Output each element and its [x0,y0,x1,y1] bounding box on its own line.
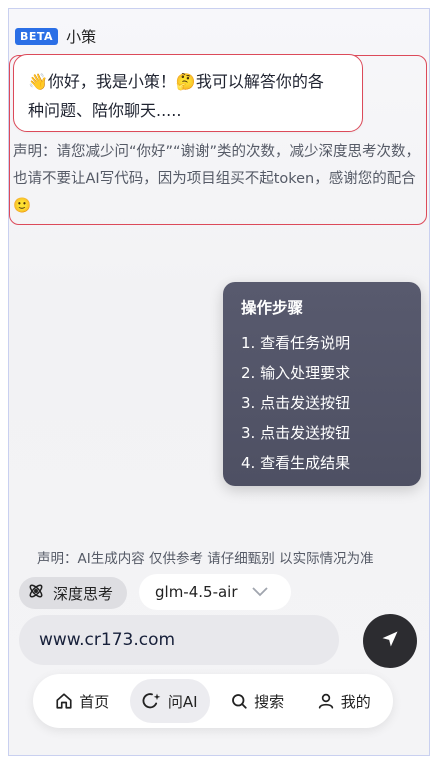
nav-label-profile: 我的 [340,692,371,711]
model-value: glm-4.5-air [155,583,238,601]
send-icon [380,629,400,653]
model-select[interactable]: glm-4.5-air [139,574,291,610]
app-title: 小策 [66,27,97,46]
ai-chat-icon [142,691,162,711]
nav-item-search[interactable]: 搜索 [218,679,296,723]
steps-popover: 操作步骤 1. 查看任务说明 2. 输入处理要求 3. 点击发送按钮 3. 点击… [223,282,421,486]
step-item: 2. 输入处理要求 [241,364,351,382]
nav-item-home[interactable]: 首页 [43,679,121,723]
nav-item-profile[interactable]: 我的 [305,679,383,723]
nav-item-ask-ai[interactable]: 问AI [129,679,210,723]
beta-badge: BETA [15,27,59,45]
ai-disclaimer: 声明：AI生成内容 仅供参考 请仔细甄别 以实际情况为准 [37,551,374,567]
home-icon [55,692,73,710]
steps-title: 操作步骤 [241,299,304,317]
nav-label-ask-ai: 问AI [167,692,198,711]
app-header: BETA 小策 [15,25,96,47]
steps-list: 1. 查看任务说明 2. 输入处理要求 3. 点击发送按钮 3. 点击发送按钮 … [241,328,403,478]
greeting-line-1: 👋你好，我是小策！🤔我可以解答你的各 [28,72,324,91]
search-icon [230,692,248,710]
atom-icon [27,582,45,604]
user-icon [317,692,335,710]
step-item: 1. 查看任务说明 [241,334,351,352]
nav-label-home: 首页 [79,692,110,711]
send-button[interactable] [363,614,417,668]
deep-think-label: 深度思考 [53,584,114,603]
step-item: 3. 点击发送按钮 [241,424,351,442]
greeting-bubble: 👋你好，我是小策！🤔我可以解答你的各 种问题、陪你聊天..... [13,54,363,132]
app-frame: BETA 小策 👋你好，我是小策！🤔我可以解答你的各 种问题、陪你聊天.....… [8,8,430,756]
greeting-line-2: 种问题、陪你聊天..... [28,101,182,120]
step-item: 4. 查看生成结果 [241,454,351,472]
message-input[interactable] [19,615,339,665]
notice-text: 声明：请您减少问“你好”“谢谢”类的次数，减少深度思考次数，也请不要让AI写代码… [13,144,421,214]
chevron-down-icon [251,583,268,601]
step-item: 3. 点击发送按钮 [241,394,351,412]
nav-label-search: 搜索 [254,692,285,711]
bottom-nav: 首页 问AI 搜索 我的 [33,674,393,728]
deep-think-toggle[interactable]: 深度思考 [19,577,127,609]
